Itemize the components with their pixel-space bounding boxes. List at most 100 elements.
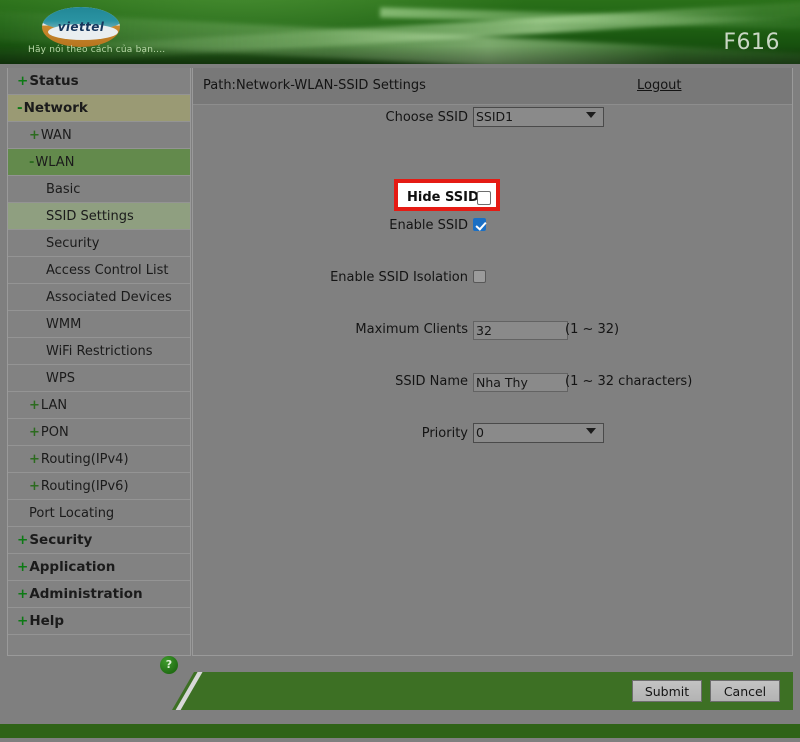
choose-ssid-label: Choose SSID bbox=[385, 110, 468, 125]
sidebar-item-label: Help bbox=[29, 613, 65, 629]
sidebar-item-label: SSID Settings bbox=[46, 209, 134, 224]
sidebar-item-lan[interactable]: +LAN bbox=[8, 392, 190, 419]
sidebar-item-pon[interactable]: +PON bbox=[8, 419, 190, 446]
priority-field: 0123 bbox=[473, 422, 604, 443]
logout-link[interactable]: Logout bbox=[637, 78, 682, 93]
ssid-name-field bbox=[473, 372, 568, 392]
sidebar-item-label: Status bbox=[29, 73, 79, 89]
device-model-label: F616 bbox=[723, 30, 780, 55]
brand-tagline: Hãy nói theo cách của bạn.... bbox=[28, 45, 166, 55]
sidebar-item-access-control-list[interactable]: Access Control List bbox=[8, 257, 190, 284]
collapse-icon: - bbox=[17, 100, 23, 116]
sidebar-item-label: Port Locating bbox=[29, 506, 115, 521]
expand-icon: + bbox=[29, 479, 40, 494]
sidebar-item-network[interactable]: -Network bbox=[8, 95, 190, 122]
row-priority: Priority 0123 bbox=[193, 422, 792, 450]
hide-ssid-checkbox[interactable] bbox=[477, 191, 491, 205]
hide-ssid-highlight-box: Hide SSID bbox=[394, 179, 500, 211]
sidebar-item-label: Access Control List bbox=[46, 263, 169, 278]
row-maximum-clients: Maximum Clients (1 ~ 32) bbox=[193, 318, 792, 344]
ssid-name-label: SSID Name bbox=[395, 374, 468, 389]
choose-ssid-select-wrap: SSID1SSID2SSID3SSID4 bbox=[473, 106, 604, 127]
sidebar-item-port-locating[interactable]: Port Locating bbox=[8, 500, 190, 527]
sidebar-item-label: Application bbox=[29, 559, 116, 575]
expand-icon: + bbox=[29, 128, 40, 143]
sidebar-item-label: WLAN bbox=[35, 155, 75, 170]
sidebar-help-area: ? bbox=[8, 635, 190, 701]
priority-select[interactable]: 0123 bbox=[473, 422, 604, 443]
maximum-clients-hint: (1 ~ 32) bbox=[565, 322, 620, 337]
sidebar-nav: +Status -Network +WAN -WLAN Basic SSID Settin… bbox=[7, 68, 191, 674]
sidebar-item-routing-ipv4[interactable]: +Routing(IPv4) bbox=[8, 446, 190, 473]
expand-icon: + bbox=[29, 452, 40, 467]
enable-ssid-label: Enable SSID bbox=[389, 218, 468, 233]
expand-icon: + bbox=[17, 73, 29, 89]
sidebar-item-wifi-restrictions[interactable]: WiFi Restrictions bbox=[8, 338, 190, 365]
row-ssid-name: SSID Name (1 ~ 32 characters) bbox=[193, 370, 792, 396]
breadcrumb: Path:Network-WLAN-SSID Settings bbox=[203, 78, 426, 93]
choose-ssid-field: SSID1SSID2SSID3SSID4 bbox=[473, 106, 604, 127]
sidebar-item-label: WPS bbox=[46, 371, 75, 386]
collapse-icon: - bbox=[29, 155, 35, 170]
viettel-logo: viettel bbox=[42, 7, 120, 47]
row-choose-ssid: Choose SSID SSID1SSID2SSID3SSID4 bbox=[193, 106, 792, 134]
cancel-button[interactable]: Cancel bbox=[710, 680, 780, 702]
sidebar-item-basic[interactable]: Basic bbox=[8, 176, 190, 203]
sidebar-item-label: Security bbox=[46, 236, 100, 251]
row-enable-ssid: Enable SSID bbox=[193, 214, 792, 240]
expand-icon: + bbox=[17, 613, 29, 629]
sidebar-item-label: LAN bbox=[40, 398, 68, 413]
enable-ssid-isolation-checkbox[interactable] bbox=[473, 270, 486, 283]
hide-ssid-label: Hide SSID bbox=[407, 190, 479, 205]
choose-ssid-select[interactable]: SSID1SSID2SSID3SSID4 bbox=[473, 106, 604, 127]
sidebar-item-label: WAN bbox=[40, 128, 72, 143]
maximum-clients-input[interactable] bbox=[473, 321, 568, 340]
path-bar: Path:Network-WLAN-SSID Settings Logout bbox=[193, 68, 792, 105]
sidebar-item-security[interactable]: Security bbox=[8, 230, 190, 257]
sidebar-item-label: WMM bbox=[46, 317, 82, 332]
page-bottom-strip bbox=[0, 724, 800, 738]
maximum-clients-field bbox=[473, 320, 568, 340]
sidebar-menu-list: +Status -Network +WAN -WLAN Basic SSID Settin… bbox=[8, 68, 190, 635]
sidebar-item-wlan[interactable]: -WLAN bbox=[8, 149, 190, 176]
ssid-name-hint: (1 ~ 32 characters) bbox=[565, 374, 693, 389]
sidebar-item-application[interactable]: +Application bbox=[8, 554, 190, 581]
enable-ssid-field bbox=[473, 218, 486, 237]
sidebar-item-label: Routing(IPv6) bbox=[40, 479, 129, 494]
header-banner: viettel Hãy nói theo cách của bạn.... F6… bbox=[0, 0, 800, 64]
expand-icon: + bbox=[17, 532, 29, 548]
sidebar-item-administration[interactable]: +Administration bbox=[8, 581, 190, 608]
submit-button[interactable]: Submit bbox=[632, 680, 702, 702]
sidebar-item-wmm[interactable]: WMM bbox=[8, 311, 190, 338]
sidebar-item-label: Network bbox=[23, 100, 88, 116]
sidebar-item-label: PON bbox=[40, 425, 69, 440]
logo-wordmark: viettel bbox=[57, 20, 105, 34]
sidebar-item-label: Security bbox=[29, 532, 93, 548]
content-panel: Path:Network-WLAN-SSID Settings Logout C… bbox=[192, 68, 793, 656]
expand-icon: + bbox=[29, 398, 40, 413]
expand-icon: + bbox=[17, 559, 29, 575]
sidebar-item-wan[interactable]: +WAN bbox=[8, 122, 190, 149]
ssid-name-input[interactable] bbox=[473, 373, 568, 392]
sidebar-item-label: Administration bbox=[29, 586, 143, 602]
sidebar-item-wps[interactable]: WPS bbox=[8, 365, 190, 392]
sidebar-item-label: WiFi Restrictions bbox=[46, 344, 153, 359]
sidebar-item-routing-ipv6[interactable]: +Routing(IPv6) bbox=[8, 473, 190, 500]
router-admin-page: viettel Hãy nói theo cách của bạn.... F6… bbox=[0, 0, 800, 742]
sidebar-item-ssid-settings[interactable]: SSID Settings bbox=[8, 203, 190, 230]
sidebar-item-associated-devices[interactable]: Associated Devices bbox=[8, 284, 190, 311]
priority-label: Priority bbox=[421, 426, 468, 441]
enable-ssid-isolation-label: Enable SSID Isolation bbox=[330, 270, 468, 285]
footer-band: Submit Cancel bbox=[172, 672, 793, 710]
sidebar-item-label: Associated Devices bbox=[46, 290, 172, 305]
priority-select-wrap: 0123 bbox=[473, 422, 604, 443]
expand-icon: + bbox=[17, 586, 29, 602]
sidebar-item-security[interactable]: +Security bbox=[8, 527, 190, 554]
enable-ssid-checkbox[interactable] bbox=[473, 218, 486, 231]
maximum-clients-label: Maximum Clients bbox=[355, 322, 468, 337]
sidebar-item-help[interactable]: +Help bbox=[8, 608, 190, 635]
expand-icon: + bbox=[29, 425, 40, 440]
sidebar-item-label: Routing(IPv4) bbox=[40, 452, 129, 467]
enable-ssid-isolation-field bbox=[473, 270, 486, 289]
sidebar-item-status[interactable]: +Status bbox=[8, 68, 190, 95]
